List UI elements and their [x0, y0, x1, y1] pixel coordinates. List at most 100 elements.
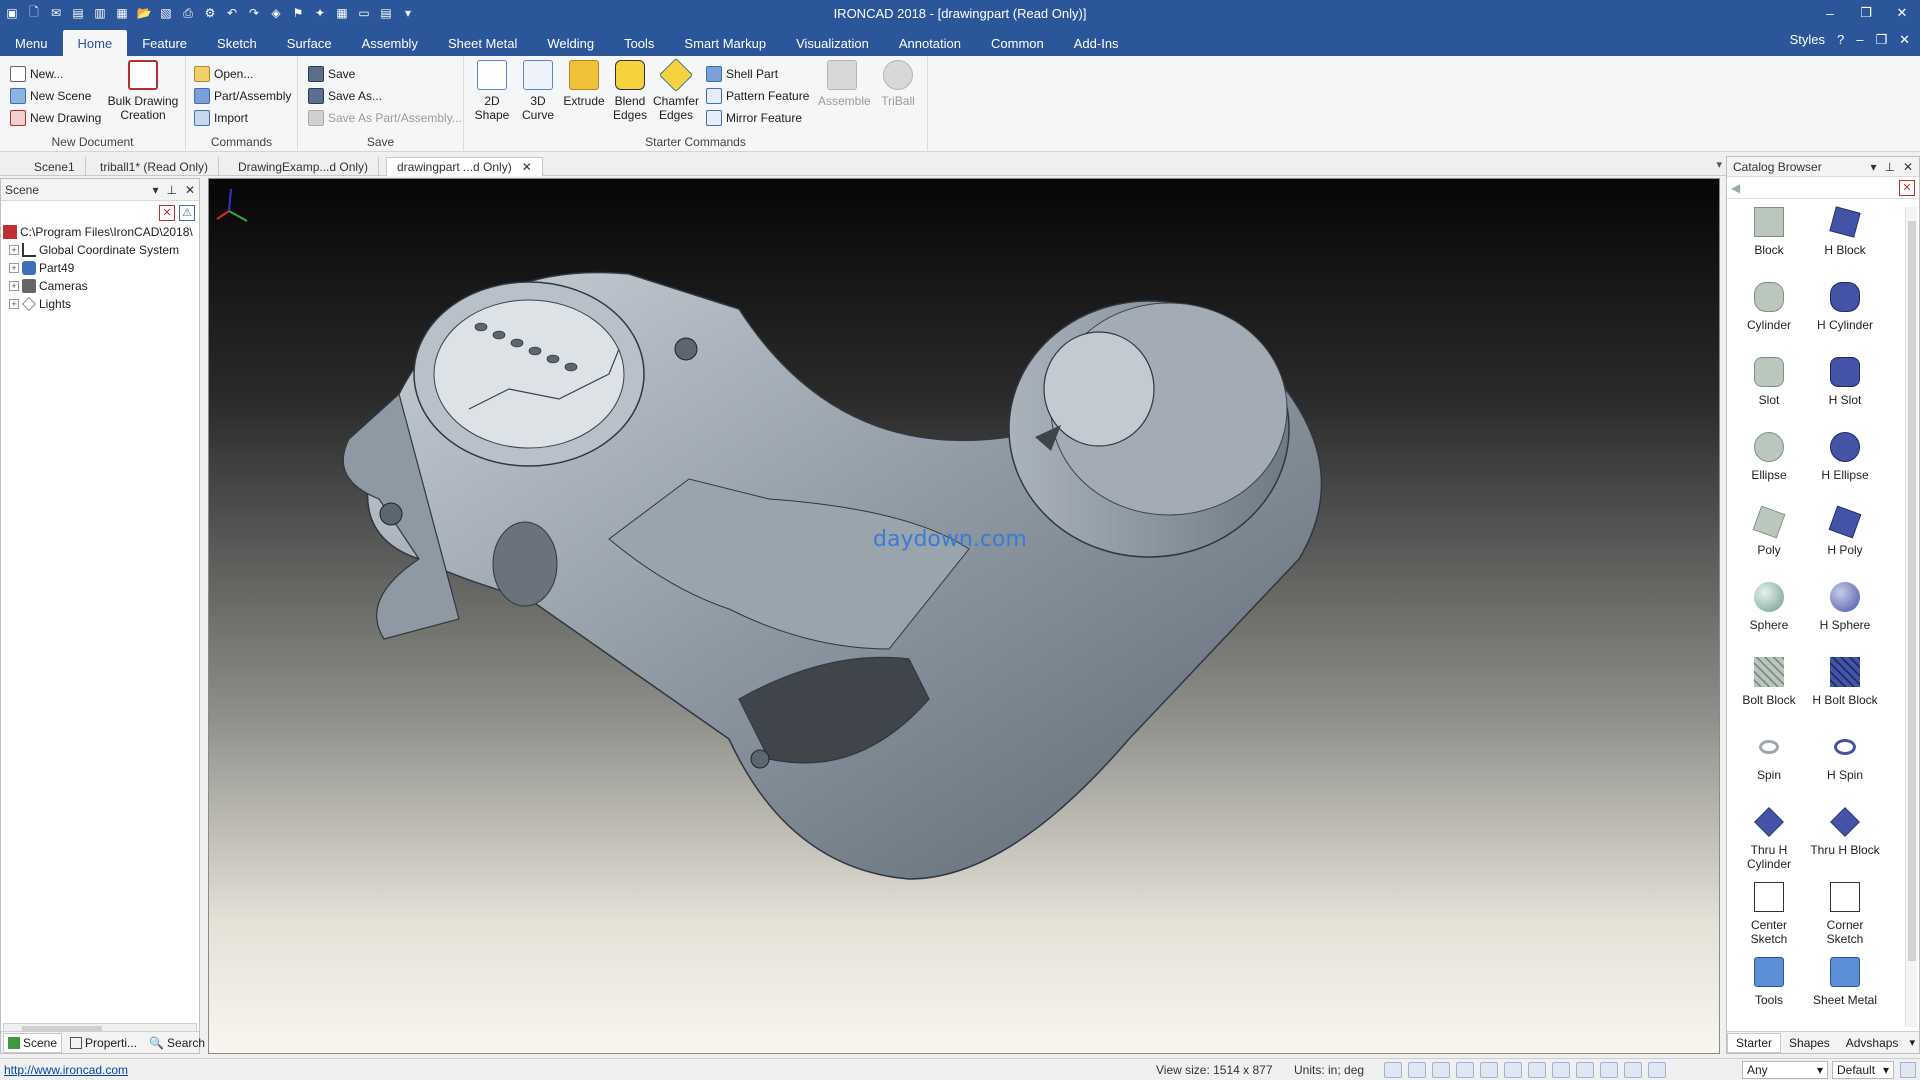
mirror-feature-button[interactable]: Mirror Feature: [706, 108, 802, 128]
catalog-item-h-sphere[interactable]: H Sphere: [1807, 582, 1883, 632]
shape-2d-button[interactable]: 2D Shape: [468, 60, 516, 122]
settings-icon[interactable]: ⚙: [200, 3, 220, 23]
catalog-vertical-scrollbar[interactable]: [1905, 207, 1917, 1027]
tree-node-lights[interactable]: + Lights: [3, 295, 199, 313]
catalog-item-bolt-block[interactable]: Bolt Block: [1731, 657, 1807, 707]
tree-node-global-coordinate-system[interactable]: + Global Coordinate System: [3, 241, 199, 259]
catalog-item-center-sketch[interactable]: Center Sketch: [1731, 882, 1807, 946]
tree-node-root[interactable]: C:\Program Files\IronCAD\2018\: [3, 223, 199, 241]
tab-home[interactable]: Home: [62, 30, 128, 56]
catalog-tab-shapes[interactable]: Shapes: [1781, 1033, 1838, 1053]
zoom-area-icon[interactable]: [1408, 1061, 1426, 1078]
doc-tab-drawingpart[interactable]: drawingpart ...d Only) ✕: [386, 157, 543, 176]
shell-part-button[interactable]: Shell Part: [706, 64, 778, 84]
tab-sketch[interactable]: Sketch: [202, 30, 272, 56]
save-as-button[interactable]: Save As...: [308, 86, 382, 106]
new-red-icon[interactable]: ▤: [68, 3, 88, 23]
catalog-close-icon[interactable]: ✕: [1903, 160, 1913, 174]
doc-tab-triball1[interactable]: triball1* (Read Only): [90, 157, 220, 176]
catalog-dropdown-icon[interactable]: ▾: [1870, 160, 1876, 174]
light-settings-icon[interactable]: [1600, 1061, 1618, 1078]
catalog-item-h-slot[interactable]: H Slot: [1807, 357, 1883, 407]
section-view-icon[interactable]: [1504, 1061, 1522, 1078]
delete-icon[interactable]: ✕: [159, 205, 175, 221]
catalog-item-slot[interactable]: Slot: [1731, 357, 1807, 407]
undo-icon[interactable]: ↶: [222, 3, 242, 23]
display-icon[interactable]: [1528, 1061, 1546, 1078]
extrude-button[interactable]: Extrude: [560, 60, 608, 108]
catalog-pin-icon[interactable]: ⊥: [1884, 160, 1894, 174]
expand-icon[interactable]: +: [9, 263, 19, 273]
catalog-item-sphere[interactable]: Sphere: [1731, 582, 1807, 632]
catalog-close-red-icon[interactable]: ✕: [1899, 179, 1915, 196]
catalog-item-h-ellipse[interactable]: H Ellipse: [1807, 432, 1883, 482]
3d-viewport[interactable]: daydown.com: [208, 178, 1720, 1054]
print-icon[interactable]: ⎙: [178, 3, 198, 23]
catalog-item-h-block[interactable]: H Block: [1807, 206, 1883, 257]
catalog-item-h-bolt-block[interactable]: H Bolt Block: [1807, 657, 1883, 707]
catalog-item-corner-sketch[interactable]: Corner Sketch: [1807, 882, 1883, 946]
app-icon[interactable]: ▣: [2, 3, 22, 23]
flag-icon[interactable]: ⚑: [288, 3, 308, 23]
catalog-tab-starter[interactable]: Starter: [1727, 1032, 1782, 1053]
tree-node-part49[interactable]: + Part49: [3, 259, 199, 277]
tab-sheet-metal[interactable]: Sheet Metal: [433, 30, 532, 56]
layout-icon[interactable]: ▤: [376, 3, 396, 23]
expand-icon[interactable]: +: [9, 245, 19, 255]
new-drawing-icon[interactable]: ▥: [90, 3, 110, 23]
catalog-item-spin[interactable]: Spin: [1731, 732, 1807, 782]
tab-search[interactable]: 🔍 Search: [145, 1033, 209, 1053]
new-button[interactable]: New...: [10, 64, 63, 84]
blend-edges-button[interactable]: Blend Edges: [606, 60, 654, 122]
close-tab-icon[interactable]: ✕: [522, 160, 532, 174]
filter-icon[interactable]: ⚠: [179, 205, 195, 221]
grid-icon[interactable]: ▦: [332, 3, 352, 23]
open-button[interactable]: Open...: [194, 64, 253, 84]
minimize-button[interactable]: –: [1812, 0, 1848, 26]
assemble-button[interactable]: Assemble: [818, 60, 871, 108]
panel-close-icon[interactable]: ✕: [185, 183, 195, 197]
tab-visualization[interactable]: Visualization: [781, 30, 884, 56]
save-button[interactable]: Save: [308, 64, 355, 84]
catalog-item-sheet-metal[interactable]: Sheet Metal: [1807, 957, 1883, 1007]
pattern-feature-button[interactable]: Pattern Feature: [706, 86, 809, 106]
restore-button[interactable]: ❐: [1848, 0, 1884, 26]
catalog-item-thru-h-block[interactable]: Thru H Block: [1807, 807, 1883, 857]
tab-list-dropdown-icon[interactable]: ▾: [1716, 158, 1722, 171]
tab-feature[interactable]: Feature: [127, 30, 202, 56]
catalog-scrollbar-thumb[interactable]: [1908, 221, 1916, 961]
tab-assembly[interactable]: Assembly: [347, 30, 433, 56]
redo-icon[interactable]: ↷: [244, 3, 264, 23]
window-icon[interactable]: ▭: [354, 3, 374, 23]
camera-settings-icon[interactable]: [1480, 1061, 1498, 1078]
panel-dropdown-icon[interactable]: ▾: [152, 183, 158, 197]
sparkle-icon[interactable]: ✦: [310, 3, 330, 23]
expand-icon[interactable]: +: [9, 281, 19, 291]
new-icon[interactable]: 🗋: [24, 3, 44, 23]
catalog-tabs-dropdown-icon[interactable]: ▾: [1909, 1036, 1919, 1049]
curve-3d-button[interactable]: 3D Curve: [514, 60, 562, 122]
pointer-icon[interactable]: [1624, 1061, 1642, 1078]
tab-surface[interactable]: Surface: [272, 30, 347, 56]
tab-scene[interactable]: Scene: [3, 1032, 63, 1053]
tab-add-ins[interactable]: Add-Ins: [1059, 30, 1134, 56]
tab-welding[interactable]: Welding: [532, 30, 609, 56]
part-assembly-button[interactable]: Part/Assembly: [194, 86, 291, 106]
tree-node-cameras[interactable]: + Cameras: [3, 277, 199, 295]
chamfer-edges-button[interactable]: Chamfer Edges: [652, 58, 700, 122]
selection-type-select[interactable]: Any ▾: [1742, 1060, 1828, 1079]
save-icon[interactable]: ▧: [156, 3, 176, 23]
pick-icon[interactable]: [1648, 1061, 1666, 1078]
catalog-item-cylinder[interactable]: Cylinder: [1731, 282, 1807, 332]
tab-smart-markup[interactable]: Smart Markup: [669, 30, 781, 56]
zoom-icon[interactable]: [1384, 1061, 1402, 1078]
doc-minimize-button[interactable]: –: [1856, 32, 1863, 48]
open-icon[interactable]: 📂: [134, 3, 154, 23]
save-as-part-button[interactable]: Save As Part/Assembly...: [308, 108, 462, 128]
selection-filter-icon[interactable]: [1552, 1061, 1570, 1078]
view-orient-icon[interactable]: [1432, 1061, 1450, 1078]
pin-icon[interactable]: ⊥: [166, 183, 176, 197]
save-copy-icon[interactable]: ▦: [112, 3, 132, 23]
customize-icon[interactable]: ▾: [398, 3, 418, 23]
catalog-item-block[interactable]: Block: [1731, 207, 1807, 257]
